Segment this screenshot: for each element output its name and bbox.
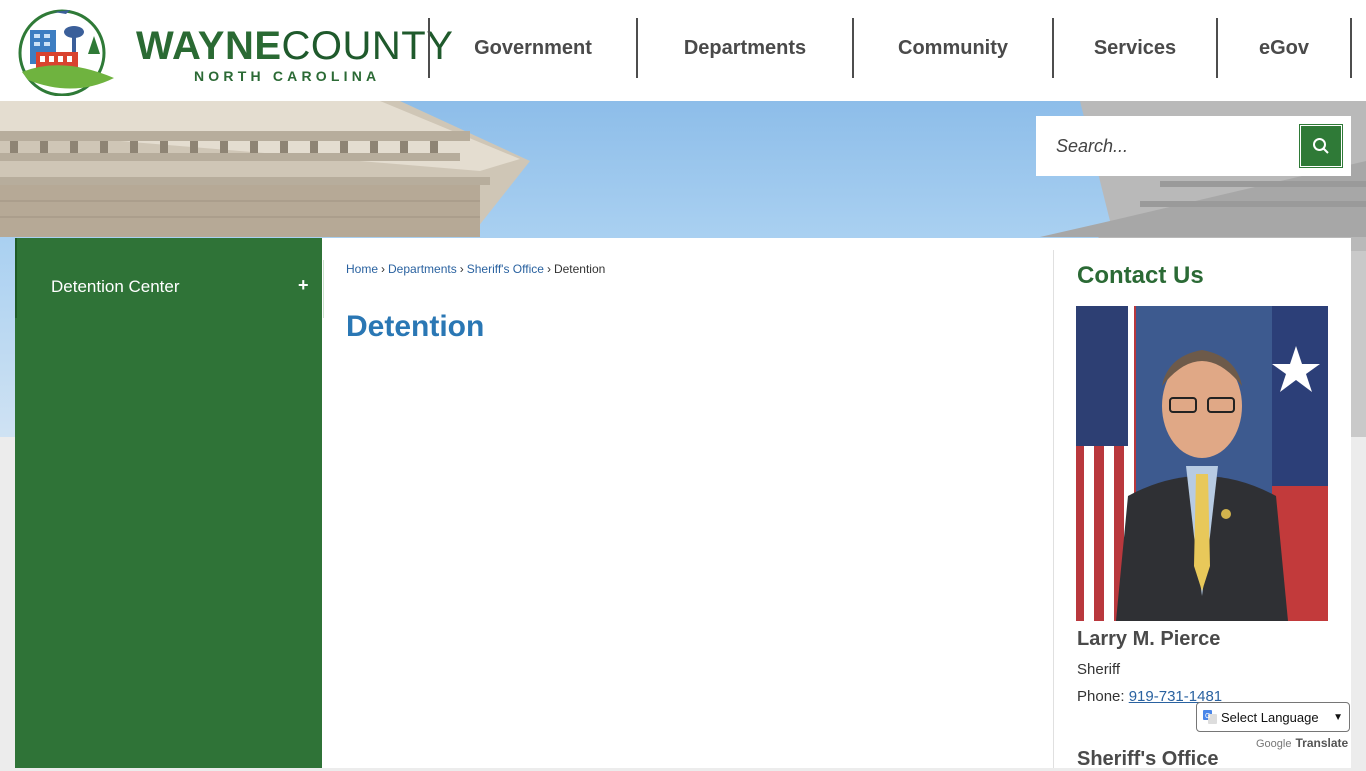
breadcrumb: Home › Departments › Sheriff's Office › Detent…	[346, 262, 605, 276]
logo-title: WAYNECOUNTY	[136, 26, 453, 66]
breadcrumb-sheriffs-office[interactable]: Sheriff's Office	[467, 262, 544, 276]
nav-departments[interactable]: Departments	[636, 18, 852, 78]
nav-label: Departments	[683, 36, 807, 59]
google-translate-icon: G	[1203, 710, 1217, 724]
sidebar-item-label: Detention Center	[51, 277, 180, 296]
county-logo[interactable]: WAYNECOUNTY NORTH CAROLINA	[12, 6, 453, 96]
sidebar-divider	[323, 260, 324, 318]
chevron-down-icon: ▼	[1333, 711, 1343, 723]
search-icon	[1313, 138, 1329, 154]
svg-text:G: G	[1205, 713, 1210, 720]
breadcrumb-separator: ›	[381, 262, 386, 276]
phone-label: Phone:	[1077, 688, 1129, 705]
translate-link[interactable]: Translate	[1295, 736, 1348, 750]
nav-label: Government	[474, 36, 592, 59]
google-translate-credit: Google Translate	[1256, 736, 1348, 750]
nav-label: Services	[1093, 36, 1177, 59]
nav-services[interactable]: Services	[1052, 18, 1216, 78]
breadcrumb-home[interactable]: Home	[346, 262, 378, 276]
contact-heading: Contact Us	[1077, 262, 1204, 289]
sidebar-item-detention-center[interactable]: Detention Center +	[15, 238, 324, 318]
nav-label: Community	[898, 36, 1008, 59]
nav-label: eGov	[1258, 36, 1310, 59]
language-select-label: Select Language	[1221, 709, 1319, 725]
expand-toggle-icon[interactable]: +	[298, 275, 309, 296]
language-select[interactable]: G Select Language ▼	[1196, 702, 1350, 732]
logo-title-part1: WAYNE	[136, 24, 282, 68]
search-input[interactable]	[1036, 116, 1296, 176]
page-title: Detention	[346, 310, 485, 343]
main-nav: Government Departments Community Service…	[428, 18, 1352, 78]
site-header: WAYNECOUNTY NORTH CAROLINA Government De…	[0, 0, 1366, 101]
logo-wordmark: WAYNECOUNTY NORTH CAROLINA	[136, 26, 453, 84]
person-name: Larry M. Pierce	[1077, 628, 1221, 650]
logo-emblem-icon	[18, 9, 114, 96]
logo-subtitle: NORTH CAROLINA	[194, 68, 381, 84]
nav-government[interactable]: Government	[428, 18, 636, 78]
search-button[interactable]	[1299, 124, 1343, 168]
breadcrumb-current: Detention	[553, 262, 606, 276]
nav-egov[interactable]: eGov	[1216, 18, 1352, 78]
person-role: Sheriff	[1077, 661, 1121, 678]
column-divider	[1053, 250, 1054, 768]
breadcrumb-separator: ›	[546, 262, 551, 276]
breadcrumb-separator: ›	[459, 262, 464, 276]
nav-community[interactable]: Community	[852, 18, 1052, 78]
breadcrumb-departments[interactable]: Departments	[388, 262, 457, 276]
portrait-image	[1076, 306, 1328, 621]
sheriff-photo	[1076, 306, 1328, 621]
sidebar: Detention Center +	[15, 238, 324, 768]
google-logo: Google	[1256, 738, 1292, 750]
